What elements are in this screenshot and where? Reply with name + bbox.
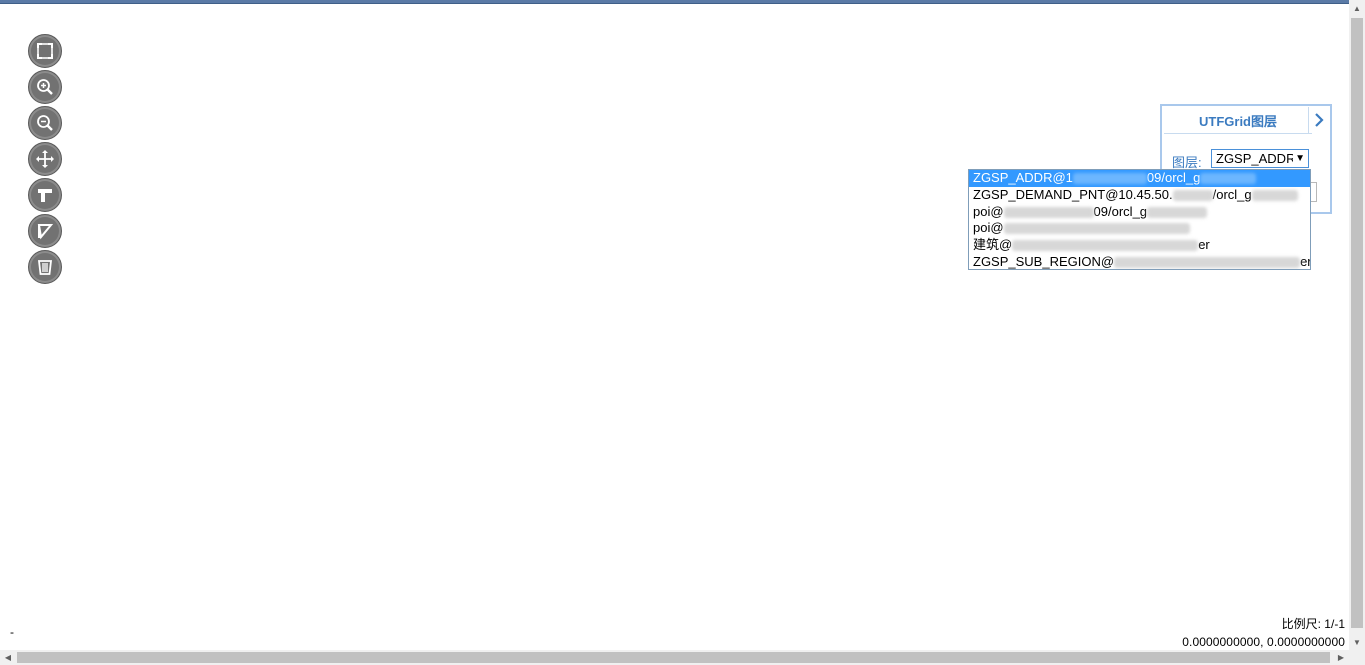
redacted-text	[1072, 173, 1147, 185]
zoom-in-button[interactable]	[28, 70, 62, 104]
measure-distance-icon	[38, 189, 52, 202]
horizontal-scrollbar[interactable]: ◀ ▶	[0, 650, 1349, 665]
layer-dropdown-list: ZGSP_ADDR@1 09/orcl_g ZGSP_DEMAND_PNT@10.…	[968, 169, 1311, 270]
panel-collapse-button[interactable]	[1308, 107, 1329, 133]
coordinates-readout: 0.0000000000, 0.0000000000	[1182, 635, 1345, 649]
redacted-text	[1200, 173, 1257, 185]
layer-option[interactable]: ZGSP_SUB_REGION@ er	[969, 254, 1310, 269]
layer-option[interactable]: poi@ 09/orcl_g	[969, 204, 1310, 221]
zoom-out-button[interactable]	[28, 106, 62, 140]
redacted-text	[1251, 189, 1298, 201]
redacted-text	[1003, 206, 1094, 218]
zoom-in-icon	[37, 79, 53, 95]
panel-title: UTFGrid图层	[1164, 108, 1312, 134]
full-extent-button[interactable]	[28, 34, 62, 68]
redacted-text	[1003, 223, 1190, 235]
redacted-text	[1114, 257, 1301, 269]
map-canvas[interactable]	[0, 4, 1349, 650]
scroll-left-icon[interactable]: ◀	[0, 650, 16, 665]
vertical-scrollbar[interactable]: ▲ ▼	[1349, 0, 1365, 650]
pan-button[interactable]	[28, 142, 62, 176]
chevron-down-icon: ▼	[1293, 150, 1305, 167]
layer-select[interactable]: ZGSP_ADDR ▼	[1211, 149, 1309, 168]
scrollbar-corner	[1349, 650, 1365, 665]
full-extent-icon	[37, 43, 53, 59]
status-dash: -	[10, 625, 14, 639]
clear-icon	[37, 260, 53, 275]
chevron-right-icon	[1315, 113, 1324, 127]
measure-distance-button[interactable]	[28, 178, 62, 212]
horizontal-scroll-thumb[interactable]	[17, 652, 1330, 663]
measure-area-icon	[37, 224, 54, 240]
redacted-text	[1147, 206, 1208, 218]
layer-option[interactable]: 建筑@ er	[969, 237, 1310, 254]
scale-readout: 比例尺: 1/-1	[1281, 617, 1345, 631]
scroll-up-icon[interactable]: ▲	[1349, 0, 1365, 16]
layer-option[interactable]: ZGSP_ADDR@1 09/orcl_g	[969, 170, 1310, 187]
redacted-text	[1012, 240, 1199, 252]
pan-icon	[36, 150, 54, 168]
layer-select-value: ZGSP_ADDR	[1216, 151, 1296, 166]
clear-button[interactable]	[28, 250, 62, 284]
vertical-scroll-thumb[interactable]	[1351, 18, 1363, 628]
measure-area-button[interactable]	[28, 214, 62, 248]
layer-option[interactable]: ZGSP_DEMAND_PNT@10.45.50./orcl_g	[969, 187, 1310, 204]
redacted-text	[1172, 189, 1213, 201]
layer-option[interactable]: poi@	[969, 220, 1310, 237]
zoom-out-icon	[37, 115, 53, 131]
scroll-down-icon[interactable]: ▼	[1349, 634, 1365, 650]
scroll-right-icon[interactable]: ▶	[1333, 650, 1349, 665]
